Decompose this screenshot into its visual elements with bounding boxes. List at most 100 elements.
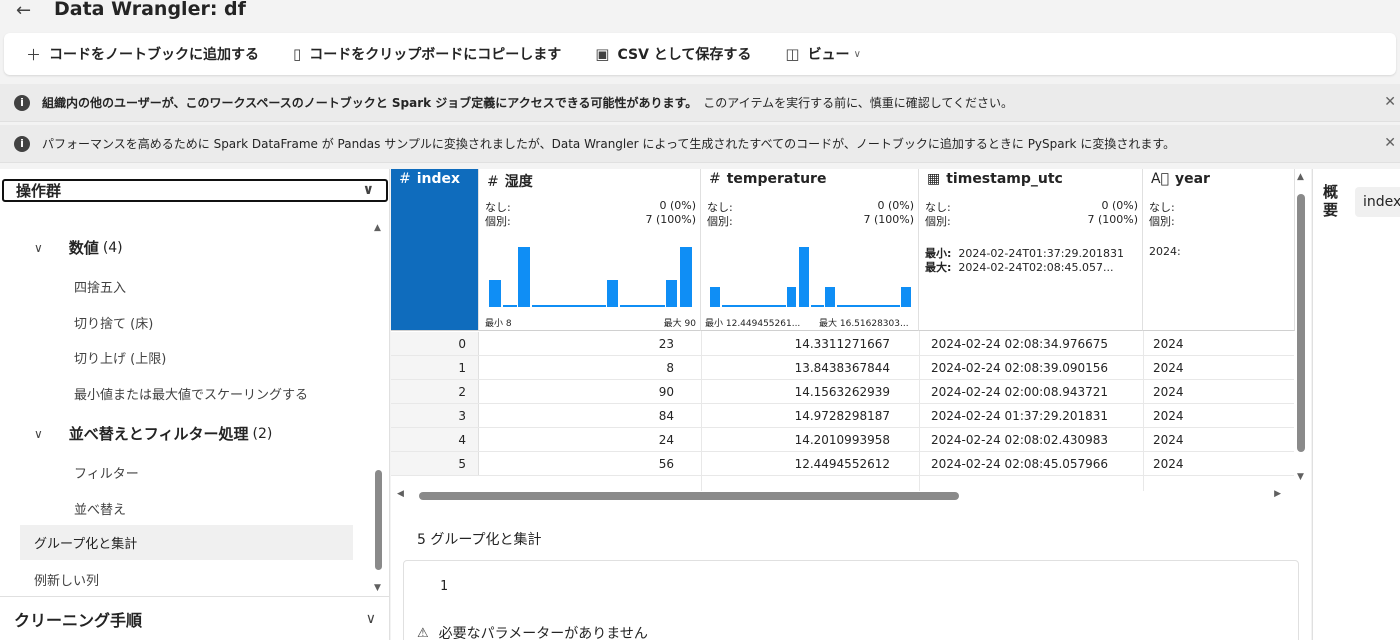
scroll-down-icon[interactable]: ▼ (1297, 472, 1304, 482)
humidity-cell: 56 (658, 457, 674, 471)
table-row[interactable]: 2 90 14.1563262939 2024-02-24 02:00:08.9437… (391, 380, 1294, 404)
year-cell: 2024 (1153, 457, 1184, 471)
info-icon: i (14, 94, 30, 111)
histogram-bar (680, 247, 692, 307)
table-row[interactable]: 1 8 13.8438367844 2024-02-24 02:08:39.09015… (391, 356, 1294, 380)
histogram-baseline (576, 305, 591, 307)
table-row[interactable]: 5 56 12.4494552612 2024-02-24 02:08:45.0579… (391, 452, 1294, 476)
operation-new-column-by-example[interactable]: 例新しい列 (34, 570, 99, 589)
operation-filter[interactable]: フィルター (74, 463, 139, 482)
min-value: 2024: (1149, 245, 1181, 258)
numeric-type-icon: # (399, 171, 411, 187)
table-row[interactable]: 0 23 14.3311271667 2024-02-24 02:08:34.9766… (391, 332, 1294, 356)
category-label: 並べ替えとフィルター処理 (68, 425, 249, 443)
table-row[interactable]: 4 24 14.2010993958 2024-02-24 02:08:02.4309… (391, 428, 1294, 452)
histogram-bar (901, 287, 911, 307)
add-code-label: コードをノートブックに追加する (49, 47, 260, 63)
operation-scale-min-max[interactable]: 最小値または最大値でスケーリングする (74, 384, 308, 403)
numeric-type-icon: # (709, 171, 721, 187)
save-csv-label: CSV として保存する (617, 47, 752, 63)
info-icon: i (14, 135, 30, 152)
operation-floor[interactable]: 切り捨て (床) (74, 313, 153, 332)
view-button[interactable]: ◫ ビュー ∨ (785, 44, 861, 64)
category-label: 数値 (68, 239, 99, 257)
operation-ceiling[interactable]: 切り上げ (上限) (74, 348, 166, 367)
humidity-cell: 90 (658, 385, 674, 399)
column-header-timestamp[interactable]: ▦ timestamp_utc なし: 0 (0%) 個別: 7 (100%) 最… (919, 169, 1143, 331)
row-index-cell: 4 (391, 428, 479, 451)
humidity-cell: 24 (658, 433, 674, 447)
back-arrow-icon[interactable]: ← (16, 0, 40, 21)
add-code-button[interactable]: ＋ コードをノートブックに追加する (26, 44, 259, 65)
scroll-up-icon[interactable]: ▲ (1297, 172, 1304, 182)
column-name: # temperature (709, 171, 827, 187)
close-icon[interactable]: ✕ (1384, 94, 1396, 110)
operation-round[interactable]: 四捨五入 (74, 277, 126, 296)
humidity-cell: 8 (666, 361, 674, 375)
data-grid: # index # 湿度 なし: 0 (0%) 個別: 7 (100%) 最小 8 … (391, 169, 1311, 509)
temperature-cell: 12.4494552612 (794, 457, 890, 471)
row-index-cell: 2 (391, 380, 479, 403)
summary-label: 概要 (1323, 183, 1339, 219)
summary-panel: 概要 index (1312, 169, 1400, 640)
operations-header[interactable]: 操作群 ∨ (2, 179, 388, 202)
min-label: 最小 12.449455261... (705, 319, 801, 329)
distinct-value: 7 (100%) (645, 213, 696, 226)
histogram-temperature (709, 247, 913, 307)
scroll-up-icon[interactable]: ▲ (374, 223, 381, 233)
histogram-baseline (734, 305, 748, 307)
operation-sort[interactable]: 並べ替え (74, 499, 126, 518)
distinct-label: 個別: (485, 215, 511, 228)
copy-code-button[interactable]: ▯ コードをクリップボードにコピーします (293, 44, 561, 64)
category-count: (4) (102, 239, 123, 256)
distinct-value: 7 (100%) (863, 213, 914, 226)
histogram-baseline (747, 305, 760, 307)
chevron-down-icon: ∨ (34, 426, 43, 441)
scrollbar-thumb[interactable] (1297, 194, 1305, 452)
view-panel-icon: ◫ (785, 45, 800, 63)
scrollbar-thumb[interactable] (375, 470, 382, 570)
column-name: # index (399, 171, 461, 187)
histogram-bar (606, 280, 619, 307)
operation-group-aggregate[interactable]: グループ化と集計 (20, 525, 353, 560)
save-csv-button[interactable]: ▣ CSV として保存する (595, 44, 751, 64)
code-line-number: 1 (440, 579, 448, 594)
table-row[interactable]: 3 84 14.9728298187 2024-02-24 01:37:29.2018… (391, 404, 1294, 428)
window-title: Data Wrangler: df (54, 0, 246, 20)
view-label: ビュー (807, 47, 850, 63)
category-numeric[interactable]: ∨ 数値 (4) (34, 237, 123, 258)
summary-column-chip[interactable]: index (1355, 187, 1400, 217)
scroll-left-icon[interactable]: ◀ (397, 489, 404, 499)
column-header-index[interactable]: # index (391, 169, 479, 331)
clipboard-icon: ▯ (293, 45, 302, 63)
temperature-cell: 13.8438367844 (794, 361, 890, 375)
category-sort-filter[interactable]: ∨ 並べ替えとフィルター処理 (2) (34, 423, 272, 444)
scrollbar-thumb[interactable] (419, 492, 959, 500)
column-header-year[interactable]: A⃞ year なし: 個別: 2024: (1143, 169, 1295, 331)
histogram-baseline (546, 305, 562, 307)
close-icon[interactable]: ✕ (1384, 135, 1396, 151)
histogram-bar (824, 287, 835, 307)
histogram-bar (665, 280, 678, 307)
histogram-baseline (849, 305, 862, 307)
column-header-humidity[interactable]: # 湿度 なし: 0 (0%) 個別: 7 (100%) 最小 8 最大 90 (479, 169, 701, 331)
scroll-right-icon[interactable]: ▶ (1274, 489, 1281, 499)
title-bar: ← Data Wrangler: df (0, 0, 1400, 26)
column-name: ▦ timestamp_utc (927, 171, 1063, 187)
banner-text: このアイテムを実行する前に、慎重に確認してください。 (703, 96, 1014, 110)
cleaning-steps-header[interactable]: クリーニング手順 ∨ (0, 596, 389, 640)
grid-horizontal-scrollbar[interactable]: ◀ ▶ (395, 489, 1285, 503)
histogram-baseline (862, 305, 875, 307)
histogram-baseline (649, 305, 665, 307)
scroll-down-icon[interactable]: ▼ (374, 583, 381, 593)
operations-scrollbar[interactable]: ▲ ▼ (372, 223, 384, 593)
operations-panel: 操作群 ∨ ∨ 数値 (4) 四捨五入 切り捨て (床) 切り上げ (上限) 最… (0, 169, 390, 640)
humidity-cell: 23 (658, 337, 674, 351)
grid-vertical-scrollbar[interactable]: ▲ ▼ (1294, 172, 1310, 482)
histogram-baseline (887, 305, 901, 307)
column-header-temperature[interactable]: # temperature なし: 0 (0%) 個別: 7 (100%) 最小 … (701, 169, 919, 331)
distinct-label: 個別: (707, 215, 733, 228)
temperature-cell: 14.1563262939 (794, 385, 890, 399)
histogram-baseline (561, 305, 577, 307)
histogram-baseline (721, 305, 735, 307)
